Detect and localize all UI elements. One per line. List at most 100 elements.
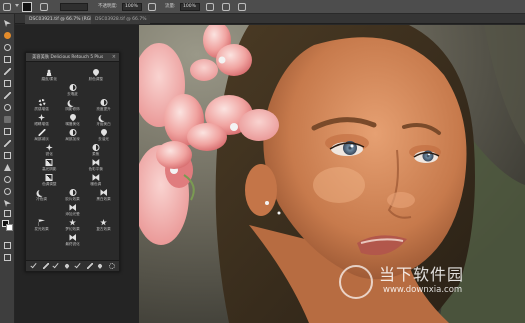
panel-title: 美容美肤 Delicious Retouch 5 Plus bbox=[32, 55, 104, 60]
dropper-icon[interactable] bbox=[97, 263, 103, 269]
person-icon bbox=[45, 69, 53, 76]
blur-tool-icon[interactable] bbox=[4, 176, 11, 183]
history-brush-tool-icon[interactable] bbox=[4, 140, 11, 147]
panel-button[interactable]: 最终锐化 bbox=[26, 234, 119, 247]
panel-button[interactable]: 局部减淡 bbox=[26, 129, 57, 142]
move-tool-icon[interactable] bbox=[4, 20, 11, 27]
square-icon bbox=[45, 174, 53, 181]
pressure-opacity-icon[interactable] bbox=[148, 3, 156, 11]
panel-button[interactable]: 嘴唇美化 bbox=[57, 112, 88, 127]
sparkle-icon bbox=[38, 114, 45, 121]
panel-button-label: 复古效果 bbox=[96, 227, 111, 231]
half-circle-icon bbox=[69, 189, 76, 196]
background-color[interactable] bbox=[6, 224, 13, 231]
panel-button[interactable]: 亮度提升 bbox=[88, 99, 119, 112]
portrait-photo bbox=[139, 25, 525, 323]
eyedropper-tool-icon[interactable] bbox=[4, 92, 11, 99]
panel-button[interactable]: 阴影修饰 bbox=[57, 99, 88, 112]
panel-button[interactable]: 色调调整 bbox=[26, 174, 73, 187]
airbrush-icon[interactable] bbox=[206, 3, 214, 11]
watermark-url: www.downxia.com bbox=[383, 285, 463, 295]
panel-button[interactable]: 色彩平衡 bbox=[73, 159, 120, 172]
eraser-tool-icon[interactable] bbox=[4, 152, 11, 159]
panel-button[interactable]: 高光阴影 bbox=[26, 159, 73, 172]
document-tab-strip: DSC03921.tif @ 66.7% (RGB/8) DSC03928.ti… bbox=[15, 14, 525, 24]
panel-button-label: 胶片效果 bbox=[65, 197, 80, 201]
panel-button[interactable]: 冷色调 bbox=[26, 189, 57, 202]
opacity-field[interactable]: 100% bbox=[122, 3, 142, 11]
panel-button[interactable]: 局部加深 bbox=[57, 129, 88, 142]
panel-button[interactable]: 质感增强 bbox=[26, 99, 57, 112]
check-icon[interactable] bbox=[74, 261, 81, 269]
gradient-tool-icon[interactable] bbox=[4, 164, 11, 171]
moon-icon bbox=[38, 189, 45, 196]
opacity-label: 不透明度: bbox=[98, 4, 118, 9]
panel-footer-toolbar bbox=[26, 260, 119, 271]
check-icon[interactable] bbox=[52, 261, 59, 269]
pen-tool-icon[interactable] bbox=[4, 200, 11, 207]
panel-button[interactable]: 肤色调整 bbox=[73, 67, 120, 82]
watermark-name: 当下软件园 bbox=[379, 265, 465, 284]
brush-size-swatch[interactable] bbox=[22, 2, 32, 12]
panel-button-label: 高光阴影 bbox=[42, 167, 57, 171]
healing-brush-tool-icon[interactable] bbox=[4, 104, 11, 111]
panel-button-label: 肤色调整 bbox=[88, 77, 103, 81]
panel-button-label: 色调调整 bbox=[42, 182, 57, 186]
panel-button[interactable]: 柔焦 bbox=[73, 144, 120, 157]
clone-stamp-tool-icon[interactable] bbox=[4, 128, 11, 135]
panel-header[interactable]: 美容美肤 Delicious Retouch 5 Plus × bbox=[26, 53, 119, 62]
mode-icon[interactable] bbox=[40, 3, 48, 11]
crop-tool-icon[interactable] bbox=[4, 80, 11, 87]
panel-button-label: 发光效果 bbox=[34, 227, 49, 231]
panel-button-label: 局部加深 bbox=[65, 137, 80, 141]
close-icon[interactable]: × bbox=[112, 54, 116, 60]
panel-button[interactable]: 复古效果 bbox=[88, 219, 119, 232]
panel-button[interactable]: 去瑕疵 bbox=[26, 84, 119, 97]
panel-button-label: 色彩平衡 bbox=[88, 167, 103, 171]
color-swatches[interactable] bbox=[2, 220, 13, 231]
panel-button[interactable]: 眼睛增强 bbox=[26, 114, 57, 127]
tool-preset-dropdown[interactable] bbox=[15, 4, 19, 7]
marquee-tool-icon[interactable] bbox=[4, 56, 11, 63]
type-tool-icon[interactable] bbox=[4, 210, 11, 217]
document-canvas[interactable]: 当下软件园 www.downxia.com bbox=[139, 25, 525, 323]
panel-button[interactable]: 牙齿美白 bbox=[88, 114, 119, 127]
panel-button[interactable]: 发光效果 bbox=[26, 219, 57, 232]
lasso-tool-icon[interactable] bbox=[4, 44, 11, 51]
photoshop-window: 不透明度: 100% 流量: 100% DSC03921.tif @ 66.7%… bbox=[0, 0, 525, 323]
quick-select-tool-icon[interactable] bbox=[4, 68, 11, 75]
moon-icon bbox=[100, 114, 107, 121]
panel-button[interactable]: 胶片效果 bbox=[57, 189, 88, 202]
brush-icon[interactable] bbox=[87, 263, 93, 269]
panel-button[interactable]: 添加光晕 bbox=[26, 204, 119, 217]
dodge-tool-icon[interactable] bbox=[4, 188, 11, 195]
brush-tool-icon[interactable] bbox=[4, 116, 11, 123]
gear-icon[interactable] bbox=[109, 263, 115, 269]
bowtie-icon bbox=[92, 174, 100, 181]
tab-document-2[interactable]: DSC03928.tif @ 66.7% bbox=[91, 15, 151, 24]
mode-select[interactable] bbox=[60, 3, 88, 11]
bowtie-icon bbox=[92, 159, 100, 166]
symmetry-icon[interactable] bbox=[238, 3, 246, 11]
panel-button[interactable]: 去油光 bbox=[88, 127, 119, 142]
screen-mode-icon[interactable] bbox=[4, 254, 11, 261]
panel-button[interactable]: 锐化 bbox=[26, 144, 73, 157]
drop-icon bbox=[99, 127, 108, 137]
drop-icon bbox=[91, 67, 100, 77]
panel-button[interactable]: 磨皮/柔化 bbox=[26, 69, 73, 82]
panel-button[interactable]: 暖色调 bbox=[73, 174, 120, 187]
brush-icon[interactable] bbox=[43, 263, 49, 269]
dropper-icon[interactable] bbox=[64, 263, 70, 269]
quick-mask-icon[interactable] bbox=[4, 242, 11, 249]
pressure-size-icon[interactable] bbox=[222, 3, 230, 11]
plugin-launcher-icon[interactable] bbox=[4, 32, 11, 39]
panel-button-label: 去瑕疵 bbox=[67, 92, 78, 96]
check-icon[interactable] bbox=[30, 261, 37, 269]
half-circle-icon bbox=[69, 129, 76, 136]
panel-button[interactable]: 黑白效果 bbox=[88, 189, 119, 202]
flow-field[interactable]: 100% bbox=[180, 3, 200, 11]
flag-icon bbox=[38, 219, 45, 226]
panel-button-label: 暖色调 bbox=[90, 182, 102, 186]
brush-tool-icon[interactable] bbox=[3, 3, 11, 11]
panel-button[interactable]: 梦幻效果 bbox=[57, 219, 88, 232]
